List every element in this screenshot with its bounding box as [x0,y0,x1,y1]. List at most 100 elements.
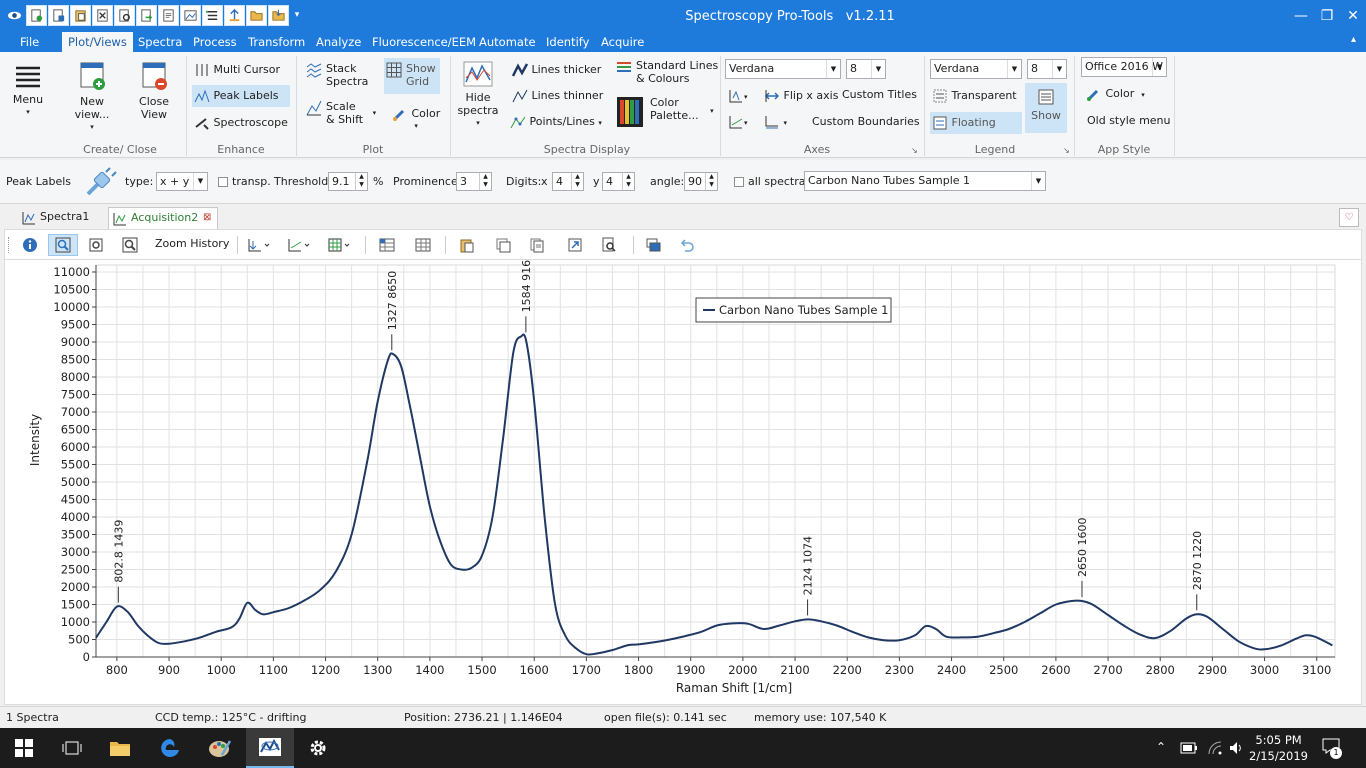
flip-x-button[interactable]: Flip x axis [764,88,838,104]
print-preview-icon[interactable] [599,235,619,255]
legend-size-select[interactable]: 8 ▼ [1027,59,1067,79]
info-icon[interactable] [20,235,40,255]
axis-down-icon[interactable] [245,235,273,255]
zoom-in-icon[interactable] [48,234,78,256]
multi-cursor-button[interactable]: Multi Cursor [194,62,280,78]
threshold-spinner[interactable]: 9.1 ▲ ▼ [328,172,368,191]
tab-acquisition2[interactable]: Acquisition2 ⊠ [108,207,218,229]
menu-process[interactable]: Process [187,32,243,52]
axes-font-select[interactable]: Verdana ▼ [725,59,841,79]
menu-analyze[interactable]: Analyze [310,32,367,52]
spinner-arrows-icon[interactable]: ▲ ▼ [705,173,717,190]
document-icon[interactable] [158,5,179,26]
menu-plot-views[interactable]: Plot/Views [62,32,133,52]
old-style-menu-button[interactable]: Old style menu [1087,114,1171,127]
axis-scale-icon[interactable] [285,235,313,255]
zoom-fit-icon[interactable] [86,235,106,255]
tab-list-icon[interactable]: ♡ [1339,208,1359,227]
close-icon[interactable]: ✕ [1340,0,1366,32]
type-select[interactable]: x + y ▼ [156,172,208,191]
tab-close-icon[interactable]: ⊠ [203,208,211,228]
taskbar-paint[interactable] [196,728,244,768]
lines-thicker-button[interactable]: Lines thicker [512,62,601,78]
task-view-button[interactable] [48,728,96,768]
digits-x-spinner[interactable]: 4 ▲ ▼ [552,172,584,191]
ribbon-collapse-icon[interactable]: ▴ [1351,34,1356,45]
taskbar-edge[interactable] [146,728,194,768]
chevron-up-icon[interactable]: ⌃ [1156,740,1166,754]
all-spectra-checkbox[interactable] [734,177,744,187]
grid-view-icon[interactable] [413,235,433,255]
angle-spinner[interactable]: 90 ▲ ▼ [684,172,718,191]
folder-icon[interactable] [246,5,267,26]
stack-spectra-button[interactable]: Stack Spectra [306,62,368,88]
axes-dialog-launcher-icon[interactable]: ↘ [911,146,918,155]
spectrum-chart[interactable]: 0 500 1000 1500 2000 2500 3000 3500 4000 4500 5000… [5,253,1361,704]
axis-grid-icon[interactable] [325,235,353,255]
transp-checkbox[interactable] [218,177,228,187]
new-file-icon[interactable] [26,5,47,26]
clipboard-icon[interactable] [457,235,477,255]
zoom-out-icon[interactable] [120,235,140,255]
legend-show-button[interactable]: Show [1025,83,1067,133]
standard-lines-button[interactable]: Standard Lines & Colours [616,59,718,85]
axes-boundary-button[interactable]: ▾ [764,114,787,130]
hide-spectra-button[interactable]: Hide spectra ▾ [456,60,500,130]
copy-data-icon[interactable] [527,235,547,255]
taskbar-file-explorer[interactable] [96,728,144,768]
legend-font-select[interactable]: Verdana ▼ [930,59,1022,79]
spinner-arrows-icon[interactable]: ▲ ▼ [571,173,583,190]
start-button[interactable] [0,728,48,768]
legend-dialog-launcher-icon[interactable]: ↘ [1063,146,1070,155]
save-folder-icon[interactable] [268,5,289,26]
export-icon[interactable] [136,5,157,26]
points-lines-button[interactable]: Points/Lines ▾ [510,114,602,130]
taskbar-settings[interactable] [294,728,342,768]
menu-identify[interactable]: Identify [540,32,595,52]
new-view-button[interactable]: New view... ▾ [62,60,122,134]
close-file-icon[interactable] [92,5,113,26]
show-grid-button[interactable]: Show Grid [384,58,440,94]
wifi-icon[interactable] [1207,740,1223,756]
transparent-button[interactable]: Transparent [932,88,1017,104]
axes-size-select[interactable]: 8 ▼ [846,59,886,79]
upload-icon[interactable] [224,5,245,26]
minimize-icon[interactable]: — [1288,0,1314,32]
menu-spectra[interactable]: Spectra [132,32,188,52]
style-color-button[interactable]: Color ▾ [1086,86,1145,102]
qat-customize-icon[interactable]: ▾ [290,5,304,26]
digits-y-spinner[interactable]: 4 ▲ ▼ [602,172,635,191]
lines-thinner-button[interactable]: Lines thinner [512,88,603,104]
plot-area[interactable]: 0 500 1000 1500 2000 2500 3000 3500 4000 4500 5000… [4,253,1362,705]
battery-icon[interactable] [1180,741,1198,755]
volume-icon[interactable] [1228,740,1244,756]
spectrum-select[interactable]: Carbon Nano Tubes Sample 1 ▼ [804,171,1046,191]
settings-file-icon[interactable] [114,5,135,26]
list-icon[interactable] [202,5,223,26]
menu-button[interactable]: Menu ▾ [8,64,48,119]
menu-transform[interactable]: Transform [242,32,311,52]
spinner-arrows-icon[interactable]: ▲ ▼ [622,173,634,190]
plot-color-button[interactable]: Color ▾ [392,106,440,130]
scale-shift-button[interactable]: Scale & Shift ▾ [306,100,376,128]
table-view-icon[interactable] [377,235,397,255]
image-icon[interactable] [180,5,201,26]
restore-icon[interactable]: ❐ [1314,0,1340,32]
custom-boundaries-button[interactable]: Custom Boundaries [812,115,920,128]
copy-image-icon[interactable] [493,235,513,255]
menu-file[interactable]: File [14,32,45,52]
windows-icon[interactable] [643,235,663,255]
paste-icon[interactable] [70,5,91,26]
color-palette-button[interactable]: Color Palette... ▾ [616,96,714,128]
notifications-button[interactable]: 1 [1322,738,1344,759]
spinner-arrows-icon[interactable]: ▲ ▼ [479,173,491,190]
peak-labels-button[interactable]: Peak Labels [192,85,290,107]
menu-acquire[interactable]: Acquire [595,32,650,52]
spectroscope-button[interactable]: Spectroscope [194,115,288,131]
menu-automate[interactable]: Automate [473,32,542,52]
spinner-arrows-icon[interactable]: ▲ ▼ [355,173,367,190]
tab-spectra1[interactable]: Spectra1 [18,207,104,229]
prominence-spinner[interactable]: 3 ▲ ▼ [456,172,492,191]
custom-titles-button[interactable]: Custom Titles [842,88,917,101]
open-file-icon[interactable] [48,5,69,26]
